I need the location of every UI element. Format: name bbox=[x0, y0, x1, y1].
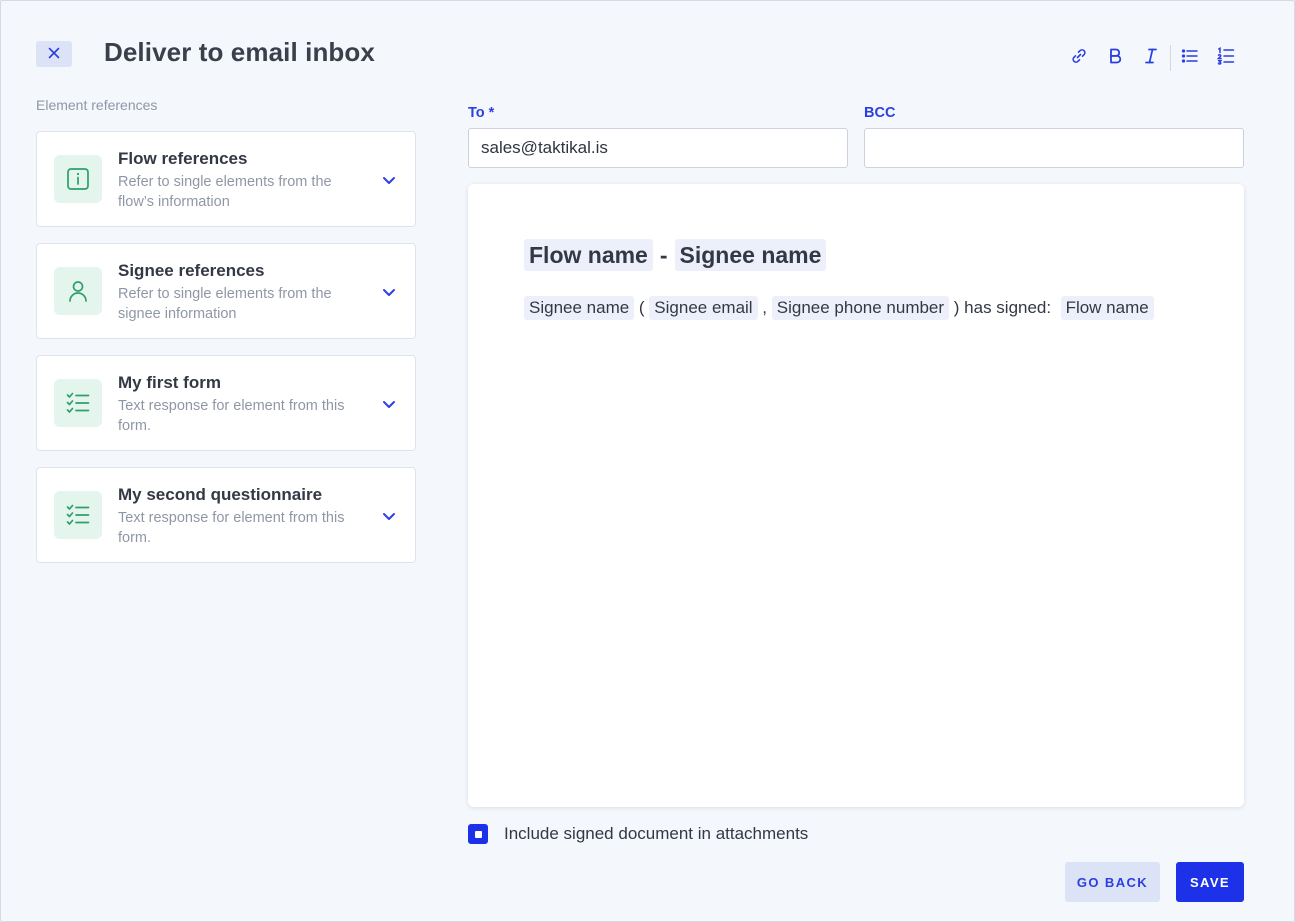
sidebar-item-title: Flow references bbox=[118, 149, 248, 168]
to-label: To * bbox=[468, 105, 495, 121]
body-text: , bbox=[757, 298, 772, 317]
dialog: Deliver to email inbox Element reference… bbox=[0, 0, 1295, 922]
sidebar-item-description: Refer to single elements from the flow’s… bbox=[118, 174, 332, 210]
email-body-editor[interactable]: Flow name - Signee name Signee name ( Si… bbox=[468, 184, 1244, 807]
info-icon bbox=[54, 155, 102, 203]
sidebar-item-title: Signee references bbox=[118, 261, 265, 280]
bcc-field[interactable] bbox=[864, 128, 1244, 168]
sidebar-item-my-second-questionnaire[interactable]: My second questionnaire Text response fo… bbox=[36, 467, 416, 563]
reference-chip-flow-name[interactable]: Flow name bbox=[1060, 296, 1154, 320]
sidebar-item-title: My second questionnaire bbox=[118, 485, 323, 504]
italic-icon bbox=[1143, 47, 1159, 70]
chevron-down-icon[interactable] bbox=[379, 282, 399, 302]
element-references-label: Element references bbox=[36, 97, 158, 113]
include-attachment-label: Include signed document in attachments bbox=[504, 824, 809, 843]
bullet-list-button[interactable] bbox=[1172, 41, 1208, 75]
reference-chip-signee-name[interactable]: Signee name bbox=[674, 239, 827, 271]
reference-chip-flow-name[interactable]: Flow name bbox=[524, 239, 653, 271]
include-attachment-row[interactable]: Include signed document in attachments bbox=[468, 824, 808, 844]
bold-button[interactable] bbox=[1097, 41, 1133, 75]
page-title: Deliver to email inbox bbox=[104, 37, 375, 67]
link-icon bbox=[1070, 47, 1088, 70]
reference-chip-signee-email[interactable]: Signee email bbox=[649, 296, 758, 320]
chevron-down-icon[interactable] bbox=[379, 170, 399, 190]
checkbox-check-mark bbox=[474, 830, 482, 838]
sidebar-item-description: Text response for element from this form… bbox=[118, 398, 345, 434]
body-text: ) has signed: bbox=[949, 298, 1061, 317]
checklist-icon bbox=[54, 491, 102, 539]
email-body-line: Signee name ( Signee email , Signee phon… bbox=[524, 296, 1154, 320]
italic-button[interactable] bbox=[1133, 41, 1169, 75]
numbered-list-icon bbox=[1216, 46, 1235, 70]
chevron-down-icon[interactable] bbox=[379, 394, 399, 414]
sidebar-item-title: My first form bbox=[118, 373, 221, 392]
close-icon bbox=[48, 47, 60, 62]
sidebar-item-my-first-form[interactable]: My first form Text response for element … bbox=[36, 355, 416, 451]
reference-chip-signee-name[interactable]: Signee name bbox=[524, 296, 635, 320]
close-button[interactable] bbox=[36, 41, 72, 67]
link-button[interactable] bbox=[1061, 41, 1097, 75]
bcc-label: BCC bbox=[864, 105, 896, 121]
reference-chip-signee-phone[interactable]: Signee phone number bbox=[771, 296, 950, 320]
sidebar-item-description: Text response for element from this form… bbox=[118, 510, 345, 546]
numbered-list-button[interactable] bbox=[1208, 41, 1244, 75]
bold-icon bbox=[1107, 47, 1123, 70]
include-attachment-checkbox[interactable] bbox=[468, 824, 488, 844]
checklist-icon bbox=[54, 379, 102, 427]
sidebar-item-flow-references[interactable]: Flow references Refer to single elements… bbox=[36, 131, 416, 227]
save-button[interactable]: SAVE bbox=[1176, 862, 1244, 902]
email-subject-line: Flow name - Signee name bbox=[524, 239, 827, 271]
formatting-toolbar bbox=[1061, 41, 1244, 75]
body-text: ( bbox=[634, 298, 650, 317]
bullet-list-icon bbox=[1181, 48, 1199, 69]
sidebar-item-signee-references[interactable]: Signee references Refer to single elemen… bbox=[36, 243, 416, 339]
toolbar-divider bbox=[1170, 45, 1171, 71]
to-field[interactable] bbox=[468, 128, 848, 168]
separator-text: - bbox=[659, 241, 668, 268]
chevron-down-icon[interactable] bbox=[379, 506, 399, 526]
sidebar-item-description: Refer to single elements from the signee… bbox=[118, 286, 332, 322]
go-back-button[interactable]: GO BACK bbox=[1065, 862, 1160, 902]
user-icon bbox=[54, 267, 102, 315]
